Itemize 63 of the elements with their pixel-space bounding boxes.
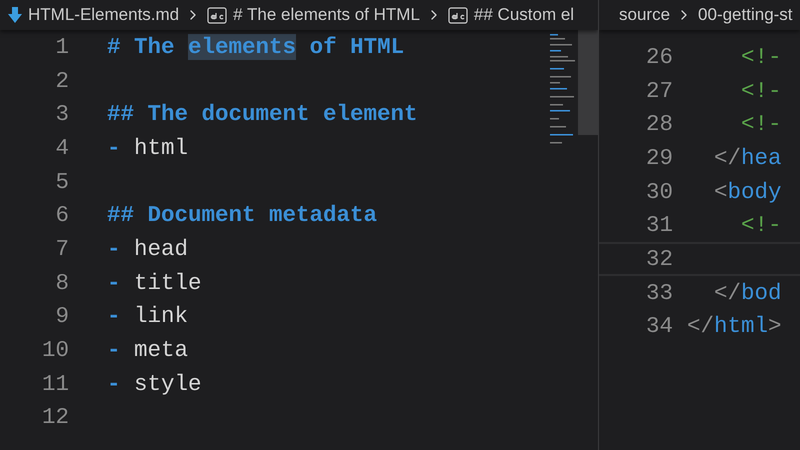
code-token: > xyxy=(768,313,782,340)
code-token: <!- xyxy=(740,44,782,70)
code-token: head xyxy=(133,236,188,262)
code-token: - xyxy=(107,370,121,397)
code-token: # xyxy=(107,34,121,60)
code-token: ## xyxy=(107,101,134,128)
line-number: 34 xyxy=(644,313,673,340)
line-number: 10 xyxy=(40,337,69,364)
code-token: < xyxy=(713,178,728,205)
highlighted-word: elements xyxy=(188,34,296,60)
breadcrumb-item[interactable]: HTML-Elements.md xyxy=(28,5,180,25)
code-token: - xyxy=(107,134,121,161)
code-token: Document metadata xyxy=(146,202,378,228)
code-token: link xyxy=(133,303,188,330)
code-token: hea xyxy=(741,144,782,171)
line-number: 26 xyxy=(644,44,673,70)
code-token: html xyxy=(133,134,188,161)
line-number: 33 xyxy=(644,280,673,306)
code-token: <!- xyxy=(740,111,782,138)
line-number: 4 xyxy=(54,134,69,161)
line-number: 12 xyxy=(40,404,69,430)
code-token: - xyxy=(107,303,121,330)
code-token: - xyxy=(107,270,121,296)
symbol-icon xyxy=(207,6,228,24)
line-number: 6 xyxy=(54,202,69,228)
code-token: bod xyxy=(741,280,782,306)
breadcrumb-item[interactable]: # The elements of HTML xyxy=(233,5,420,25)
code-token: </ xyxy=(713,280,742,306)
line-number: 9 xyxy=(54,303,69,330)
code-token: - xyxy=(107,236,121,262)
code-token: - xyxy=(107,337,121,364)
line-number: 11 xyxy=(40,370,69,397)
line-number: 30 xyxy=(644,178,673,205)
line-number: 27 xyxy=(644,78,673,104)
code-token: </ xyxy=(713,144,742,171)
code-token: title xyxy=(133,270,202,296)
line-number: 2 xyxy=(54,68,69,94)
code-token: The xyxy=(133,34,176,60)
line-number: 8 xyxy=(54,270,69,296)
line-number: 29 xyxy=(644,144,673,171)
line-number: 28 xyxy=(644,111,673,138)
line-number: 31 xyxy=(644,212,673,238)
code-token: <!- xyxy=(740,212,782,238)
line-number: 3 xyxy=(54,101,69,128)
code-token: body xyxy=(728,178,782,205)
scrollbar-thumb[interactable] xyxy=(578,30,598,135)
code-token: meta xyxy=(133,337,188,364)
symbol-icon xyxy=(448,6,468,24)
code-token: of HTML xyxy=(308,34,404,60)
code-token: style xyxy=(133,370,202,397)
code-token: The document element xyxy=(146,101,418,128)
breadcrumb-item[interactable]: ## Custom el xyxy=(474,5,574,25)
line-number: 32 xyxy=(644,246,673,272)
download-arrow-icon xyxy=(8,7,22,23)
breadcrumb-item[interactable]: 00-getting-st xyxy=(698,5,793,25)
line-number: 7 xyxy=(54,236,69,262)
breadcrumb-item[interactable]: source xyxy=(619,5,670,25)
code-token: </ xyxy=(687,313,714,340)
code-token: <!- xyxy=(740,78,782,104)
code-token: html xyxy=(714,313,768,340)
line-number: 5 xyxy=(54,168,69,195)
code-token: ## xyxy=(107,202,134,228)
line-number: 1 xyxy=(54,34,69,60)
